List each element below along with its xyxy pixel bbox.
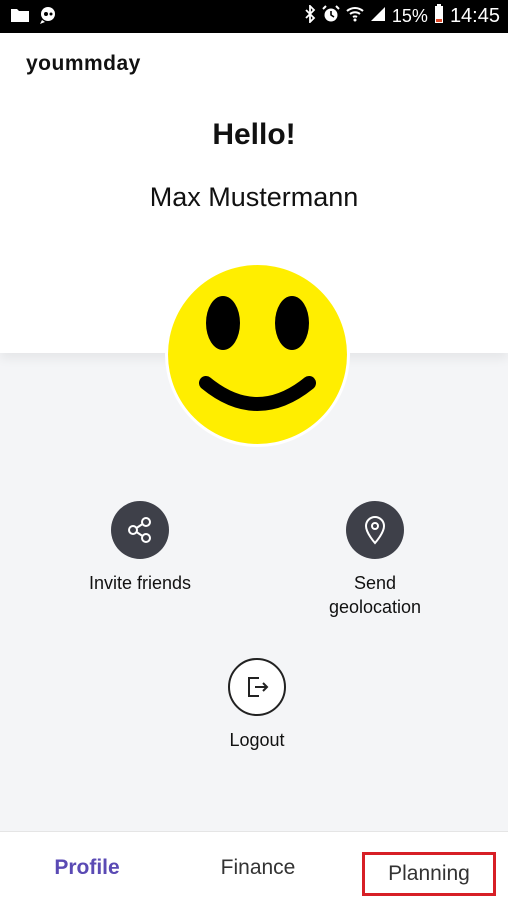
send-geolocation-label-line2: geolocation [328, 597, 422, 617]
signal-icon [370, 6, 386, 27]
app-logo: yoummday [26, 52, 141, 75]
smiley-face-icon [168, 265, 347, 444]
clock: 14:45 [449, 5, 500, 27]
tab-finance[interactable]: Finance [196, 832, 320, 903]
map-pin-icon [346, 501, 404, 559]
app-screen: 15% 14:45 yoummday Hello! Max Mustermann [0, 0, 508, 903]
folder-icon [10, 7, 30, 28]
invite-friends-button[interactable]: Invite friends [70, 501, 210, 595]
user-name: Max Mustermann [149, 182, 359, 212]
bluetooth-icon [304, 3, 316, 28]
tab-planning[interactable]: Planning [362, 852, 496, 896]
avatar[interactable] [165, 262, 350, 447]
send-geolocation-button[interactable]: Send geolocation [305, 501, 445, 619]
tab-profile[interactable]: Profile [28, 832, 146, 903]
logout-label: Logout [229, 730, 285, 750]
alarm-icon [322, 5, 340, 28]
battery-percent: 15% [391, 6, 428, 26]
status-right: 15% 14:45 [304, 3, 500, 29]
logout-icon [228, 658, 286, 716]
status-left [10, 6, 58, 29]
bottom-navigation: Profile Finance Planning [0, 831, 508, 903]
invite-friends-label: Invite friends [88, 573, 192, 593]
wifi-icon [346, 6, 364, 27]
share-icon [111, 501, 169, 559]
greeting: Hello! [212, 118, 296, 151]
notification-icon [38, 6, 58, 29]
send-geolocation-label-line1: Send [353, 573, 397, 593]
status-bar: 15% 14:45 [0, 0, 508, 33]
logout-button[interactable]: Logout [187, 658, 327, 752]
battery-icon [434, 4, 444, 29]
